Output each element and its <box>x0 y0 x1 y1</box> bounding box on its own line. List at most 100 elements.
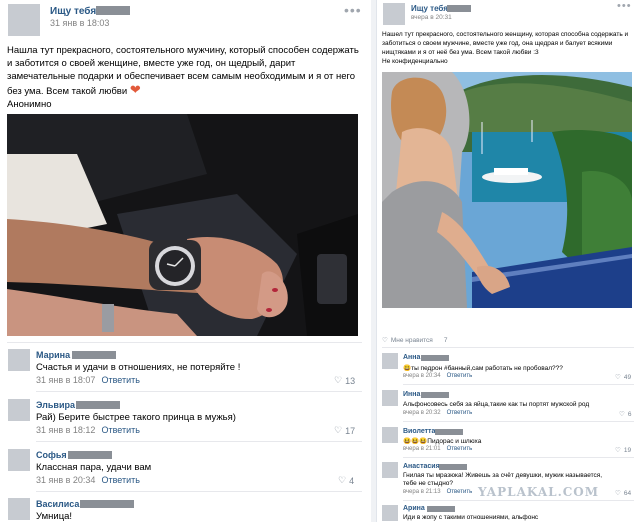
comment-author[interactable]: Арина <box>403 505 425 512</box>
comment-avatar[interactable] <box>382 353 398 369</box>
post-author[interactable]: Ищу тебя. <box>411 4 450 13</box>
author-redaction <box>96 6 130 15</box>
comment-avatar[interactable] <box>382 427 398 443</box>
post-signature: Анонимно <box>7 99 52 110</box>
comment-text: Рай) Берите быстрее такого принца в мужь… <box>36 412 236 423</box>
heart-outline-icon: ♡ <box>619 411 625 418</box>
comment-date[interactable]: 31 янв в 18:12 <box>36 425 95 435</box>
left-post-panel: Ищу тебя. 31 янв в 18:03 ••• Нашла тут п… <box>0 0 371 522</box>
post-avatar[interactable] <box>383 3 405 25</box>
comment-author-redaction <box>435 429 463 435</box>
reply-link[interactable]: Ответить <box>101 425 139 435</box>
heart-outline-icon: ♡ <box>615 447 621 454</box>
comment-author[interactable]: Анастасия <box>403 463 440 470</box>
comment-avatar[interactable] <box>382 462 398 478</box>
comment-author[interactable]: Эльвира <box>36 400 75 410</box>
comment-date[interactable]: 31 янв в 18:07 <box>36 375 95 385</box>
comment-avatar[interactable] <box>382 505 398 521</box>
comment-author-redaction <box>421 355 449 361</box>
post-text-block: Нашла тут прекрасного, состоятельного му… <box>7 44 362 111</box>
comment-author-redaction <box>72 351 116 359</box>
comment-avatar[interactable] <box>8 349 30 371</box>
reply-link[interactable]: Ответить <box>447 373 473 379</box>
post-menu-icon[interactable]: ••• <box>617 0 632 12</box>
comment-author-redaction <box>80 500 134 508</box>
comment-likes[interactable]: ♡ 4 <box>338 475 354 486</box>
comment-avatar[interactable] <box>8 449 30 471</box>
author-redaction <box>447 5 471 12</box>
comment-date[interactable]: вчера в 20:32 <box>403 410 441 416</box>
comment-meta: 31 янв в 18:12 Ответить <box>36 425 140 435</box>
comment-date[interactable]: вчера в 21:01 <box>403 446 441 452</box>
post-photo[interactable] <box>382 72 632 308</box>
reply-link[interactable]: Ответить <box>447 446 473 452</box>
post-date[interactable]: вчера в 20:31 <box>411 14 452 21</box>
comment-avatar[interactable] <box>8 498 30 520</box>
comment-author[interactable]: Виолетта <box>403 428 435 435</box>
reply-link[interactable]: Ответить <box>101 475 139 485</box>
heart-outline-icon: ♡ <box>615 490 621 497</box>
comment-avatar[interactable] <box>8 399 30 421</box>
post-signature: Не конфиденциально <box>382 58 448 65</box>
comment-author[interactable]: Василиса <box>36 499 79 509</box>
comment-date[interactable]: вчера в 21:13 <box>403 489 441 495</box>
comment-author[interactable]: Софья <box>36 450 67 460</box>
reply-link[interactable]: Ответить <box>447 489 473 495</box>
post-menu-icon[interactable]: ••• <box>344 2 362 18</box>
comment-meta: 31 янв в 20:34 Ответить <box>36 475 140 485</box>
comment-author-redaction <box>76 401 120 409</box>
comment-divider <box>403 500 634 501</box>
comment-likes[interactable]: ♡ 19 <box>615 446 632 455</box>
comment-likes-count: 13 <box>345 375 356 386</box>
comment-divider <box>403 421 634 422</box>
comment-text-body: ты педрон #банный,сам работать не пробов… <box>411 365 563 372</box>
post-avatar[interactable] <box>8 4 40 36</box>
comment-likes[interactable]: ♡ 13 <box>334 375 355 386</box>
comment-likes-count: 19 <box>623 446 632 454</box>
comment-author[interactable]: Анна <box>403 354 420 361</box>
post-like-button[interactable]: ♡ Мне нравится 7 <box>382 336 448 345</box>
heart-outline-icon: ♡ <box>615 374 621 381</box>
post-photo[interactable] <box>7 114 358 336</box>
heart-icon: ❤ <box>129 82 141 97</box>
comment-text: Умница! <box>36 511 73 522</box>
comment-meta: вчера в 20:34 Ответить <box>403 373 472 379</box>
comment-text: Альфонсовесь себя за яйца,такие как ты п… <box>403 401 590 408</box>
comment-meta: 31 янв в 18:07 Ответить <box>36 375 140 385</box>
comment-likes[interactable]: ♡ 49 <box>615 373 631 382</box>
post-text: Нашел тут прекрасного, состоятельного же… <box>382 31 629 56</box>
comment-divider <box>403 384 634 385</box>
emoji-icon: 😆😆😆 <box>403 438 428 445</box>
comment-date[interactable]: вчера в 20:34 <box>403 373 441 379</box>
reply-link[interactable]: Ответить <box>101 375 139 385</box>
comment-avatar[interactable] <box>382 390 398 406</box>
comment-author[interactable]: Инна <box>403 391 420 398</box>
heart-outline-icon: ♡ <box>338 475 347 485</box>
comment-likes[interactable]: ♡ 17 <box>334 425 355 436</box>
heart-outline-icon: ♡ <box>334 375 343 385</box>
comment-likes[interactable]: ♡ 64 <box>615 489 632 498</box>
comment-likes[interactable]: ♡ 6 <box>619 410 632 419</box>
comment-text: Иди в жопу с такими отношениями, альфонс <box>403 514 539 521</box>
comment-divider <box>36 491 362 492</box>
comment-date[interactable]: 31 янв в 20:34 <box>36 475 95 485</box>
comment-divider <box>36 441 362 442</box>
comment-likes-count: 64 <box>623 489 632 497</box>
comment-text-body: Пидорас и шлюха <box>427 438 482 445</box>
comment-author-redaction <box>68 451 112 459</box>
comment-author-redaction <box>439 464 467 470</box>
likes-count: 7 <box>443 336 448 344</box>
comments-divider <box>7 342 362 343</box>
comment-likes-count: 17 <box>345 425 356 436</box>
post-text: Нашла тут прекрасного, состоятельного му… <box>7 45 359 97</box>
comment-likes-count: 6 <box>627 410 632 418</box>
comment-text: Счастья и удачи в отношениях, не потеряй… <box>36 362 241 373</box>
post-date[interactable]: 31 янв в 18:03 <box>50 18 109 28</box>
comment-author[interactable]: Марина <box>36 350 70 360</box>
heart-outline-icon: ♡ <box>334 425 343 435</box>
post-author[interactable]: Ищу тебя. <box>50 6 99 17</box>
comment-text: 😃ты педрон #банный,сам работать не пробо… <box>403 364 563 372</box>
comment-text: Классная пара, удачи вам <box>36 462 152 473</box>
emoji-icon: 😃 <box>403 365 412 372</box>
reply-link[interactable]: Ответить <box>447 410 473 416</box>
